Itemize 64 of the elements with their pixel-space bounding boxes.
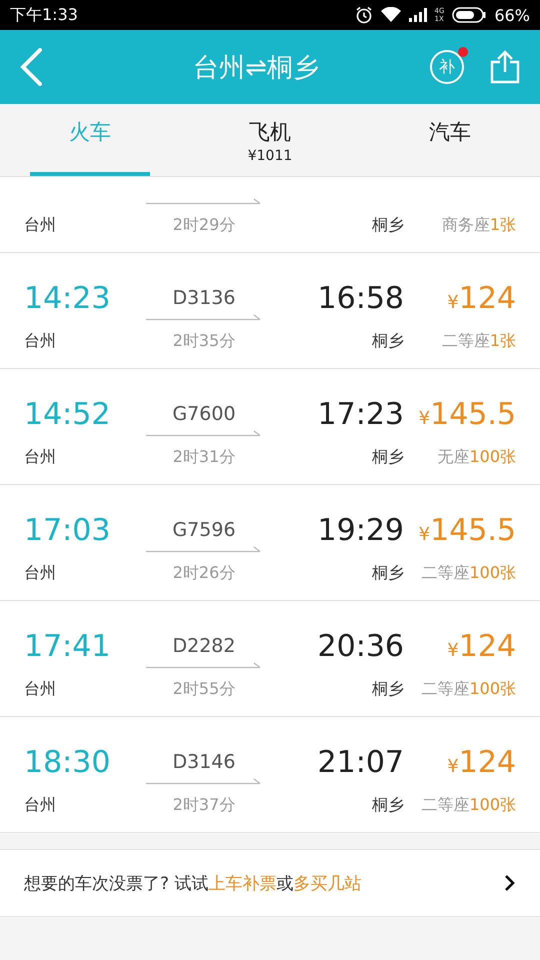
train-number: G7600	[172, 403, 236, 425]
departure-station: 台州	[24, 330, 57, 352]
train-row[interactable]: 14:52 G7600 17:23 ¥145.5 台州 2时31分 桐乡 无座100张	[0, 369, 540, 485]
seat-availability: 二等座100张	[421, 562, 516, 584]
train-row[interactable]: 台州 2时29分 桐乡 商务座1张	[0, 177, 540, 253]
ticket-price: ¥145.5	[418, 512, 516, 548]
departure-station: 台州	[24, 446, 57, 468]
train-number: G7596	[172, 519, 236, 541]
tab-price: ¥1011	[248, 148, 292, 164]
departure-station: 台州	[24, 214, 57, 236]
trip-duration: 2时29分	[172, 214, 236, 236]
seat-availability: 无座100张	[437, 446, 516, 468]
departure-time: 18:30	[24, 744, 112, 780]
departure-time: 17:41	[24, 628, 112, 664]
transport-tab[interactable]: 飞机 ¥1011	[180, 104, 360, 176]
arrival-station: 桐乡	[372, 330, 404, 352]
ticket-price: ¥124	[447, 744, 516, 780]
train-number: D3146	[172, 751, 236, 773]
arrival-time: 17:23	[318, 396, 404, 432]
seat-availability: 二等座1张	[442, 330, 516, 352]
status-time: 下午1:33	[10, 4, 78, 26]
arrival-station: 桐乡	[372, 562, 404, 584]
seat-availability: 二等座100张	[421, 678, 516, 700]
ticket-price: ¥145.5	[418, 396, 516, 432]
arrival-station: 桐乡	[372, 446, 404, 468]
ticket-price: ¥124	[447, 628, 516, 664]
route-title: 台州⇌桐乡	[192, 52, 320, 84]
battery-icon	[452, 7, 486, 23]
train-number: D3136	[172, 287, 236, 309]
departure-time: 14:52	[24, 396, 112, 432]
train-row[interactable]: 17:03 G7596 19:29 ¥145.5 台州 2时26分 桐乡 二等座100张	[0, 485, 540, 601]
trip-duration: 2时26分	[172, 562, 236, 584]
back-button[interactable]	[20, 48, 42, 86]
departure-time: 14:23	[24, 280, 112, 316]
arrival-station: 桐乡	[372, 794, 404, 816]
trip-duration: 2时31分	[172, 446, 236, 468]
transport-tab[interactable]: 汽车	[360, 104, 540, 176]
seat-availability: 二等座100张	[421, 794, 516, 816]
seat-availability: 商务座1张	[442, 214, 516, 236]
trip-duration: 2时37分	[172, 794, 236, 816]
departure-time: 17:03	[24, 512, 112, 548]
signal-icon	[408, 8, 427, 22]
trip-duration: 2时35分	[172, 330, 236, 352]
arrival-time: 21:07	[318, 744, 404, 780]
departure-station: 台州	[24, 678, 57, 700]
no-ticket-tip: 想要的车次没票了? 试试上车补票或多买几站	[24, 872, 362, 894]
arrival-station: 桐乡	[372, 678, 404, 700]
departure-station: 台州	[24, 562, 57, 584]
departure-station: 台州	[24, 794, 57, 816]
share-button[interactable]	[490, 50, 520, 84]
train-row[interactable]: 18:30 D3146 21:07 ¥124 台州 2时37分 桐乡 二等座100张	[0, 717, 540, 833]
wifi-icon	[380, 7, 401, 23]
ticket-price: ¥124	[447, 280, 516, 316]
train-row[interactable]: 17:41 D2282 20:36 ¥124 台州 2时55分 桐乡 二等座100张	[0, 601, 540, 717]
arrival-station: 桐乡	[372, 214, 404, 236]
arrival-time: 19:29	[318, 512, 404, 548]
train-row[interactable]: 14:23 D3136 16:58 ¥124 台州 2时35分 桐乡 二等座1张	[0, 253, 540, 369]
arrival-time: 16:58	[318, 280, 404, 316]
arrival-time: 20:36	[318, 628, 404, 664]
battery-percent: 66%	[494, 6, 530, 24]
train-number: D2282	[172, 635, 236, 657]
chevron-right-icon[interactable]	[504, 874, 516, 892]
alarm-icon	[354, 6, 373, 24]
trip-duration: 2时55分	[172, 678, 236, 700]
